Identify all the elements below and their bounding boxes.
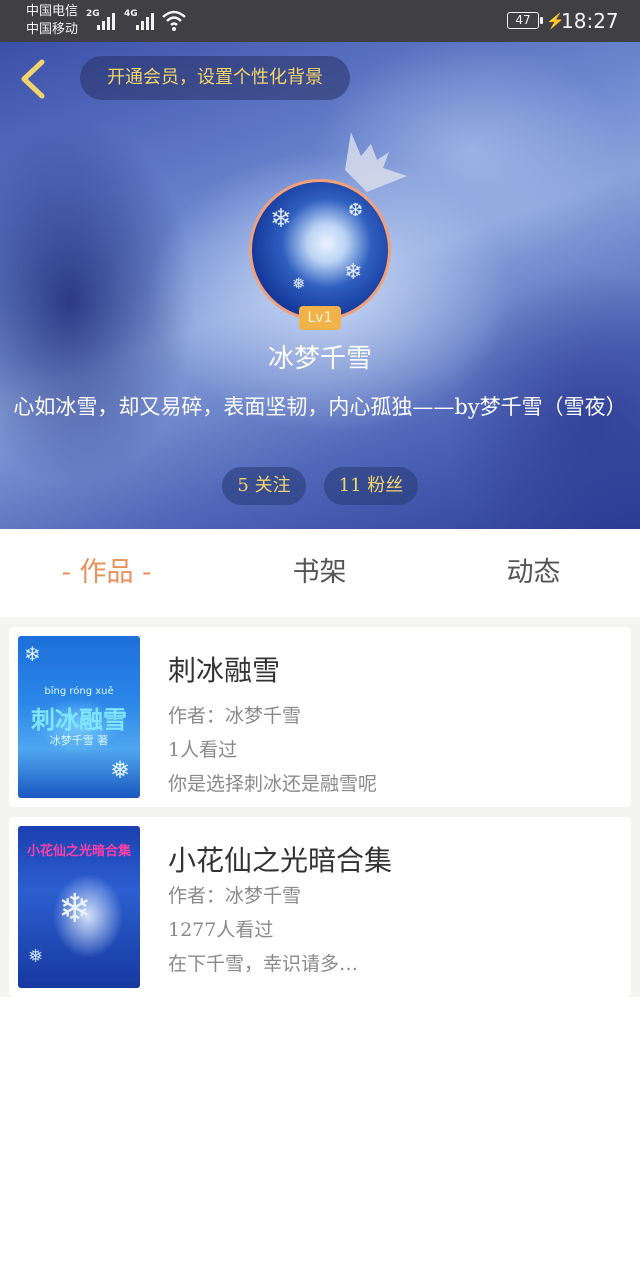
snowflake-icon: ❅ xyxy=(292,274,306,293)
book-author: 作者：冰梦千雪 xyxy=(168,705,302,727)
back-arrow-icon[interactable] xyxy=(14,56,54,102)
snowflake-icon: ❄ xyxy=(58,886,92,932)
cover-title: 小花仙之光暗合集 xyxy=(26,844,131,859)
vip-background-button[interactable]: 开通会员，设置个性化背景 xyxy=(80,56,350,100)
cover-title: 刺冰融雪 xyxy=(31,705,127,734)
avatar[interactable]: ❄ ❄ ❅ ❆ xyxy=(249,179,391,321)
snowflake-icon: ❄ xyxy=(270,204,292,234)
book-card[interactable]: ❄ ❅ bīng róng xuě 刺冰融雪 冰梦千雪 著 刺冰融雪 作者：冰梦… xyxy=(9,627,631,807)
followers-button[interactable]: 11 粉丝 xyxy=(324,467,418,505)
tab-bookshelf[interactable]: 书架 xyxy=(213,529,426,617)
book-cover[interactable]: ❄ ❅ bīng róng xuě 刺冰融雪 冰梦千雪 著 xyxy=(18,636,140,798)
level-badge: Lv1 xyxy=(299,306,341,330)
cover-author: 冰梦千雪 著 xyxy=(49,734,109,747)
book-intro: 你是选择刺冰还是融雪呢 xyxy=(168,773,378,795)
wifi-icon xyxy=(162,10,186,31)
signal-icon-2 xyxy=(136,10,154,30)
works-list: ❄ ❅ bīng róng xuě 刺冰融雪 冰梦千雪 著 刺冰融雪 作者：冰梦… xyxy=(0,617,640,997)
tab-activity[interactable]: 动态 xyxy=(427,529,640,617)
snowflake-icon: ❄ xyxy=(344,260,363,285)
tab-works[interactable]: - 作品 - xyxy=(0,529,213,617)
carrier-info: 中国电信 中国移动 xyxy=(26,3,78,39)
following-button[interactable]: 5 关注 xyxy=(222,467,306,505)
book-author: 作者：冰梦千雪 xyxy=(168,885,302,907)
carrier-1: 中国电信 xyxy=(26,4,79,19)
book-cover[interactable]: 小花仙之光暗合集 ❄ ❅ xyxy=(18,826,140,988)
signal-icon xyxy=(97,10,115,30)
cover-pinyin: bīng róng xuě xyxy=(44,686,114,697)
snowflake-icon: ❄ xyxy=(24,642,41,666)
book-title[interactable]: 刺冰融雪 xyxy=(168,649,280,689)
book-intro: 在下千雪，幸识请多… xyxy=(168,953,359,975)
status-bar: 中国电信 中国移动 2G 4G 47 ⚡ 18:27 xyxy=(0,0,640,42)
clock: 18:27 xyxy=(561,9,619,33)
battery-icon: 47 xyxy=(507,12,543,29)
book-card[interactable]: 小花仙之光暗合集 ❄ ❅ 小花仙之光暗合集 作者：冰梦千雪 1277人看过 在下… xyxy=(9,817,631,997)
book-views: 1人看过 xyxy=(168,739,238,761)
user-bio: 心如冰雪，却又易碎，表面坚韧，内心孤独——by梦千雪（雪夜） xyxy=(13,395,627,419)
book-title[interactable]: 小花仙之光暗合集 xyxy=(168,839,392,879)
carrier-2: 中国移动 xyxy=(26,22,79,37)
snowflake-icon: ❆ xyxy=(348,200,364,221)
snowflake-icon: ❅ xyxy=(28,946,44,967)
user-nickname: 冰梦千雪 xyxy=(267,344,372,374)
snowflake-icon: ❅ xyxy=(110,756,131,784)
book-views: 1277人看过 xyxy=(168,919,274,941)
profile-header: 开通会员，设置个性化背景 ❄ ❄ ❅ ❆ Lv1 冰梦千雪 心如冰雪，却又易碎，… xyxy=(0,42,640,529)
profile-tabs: - 作品 - 书架 动态 xyxy=(0,529,640,617)
